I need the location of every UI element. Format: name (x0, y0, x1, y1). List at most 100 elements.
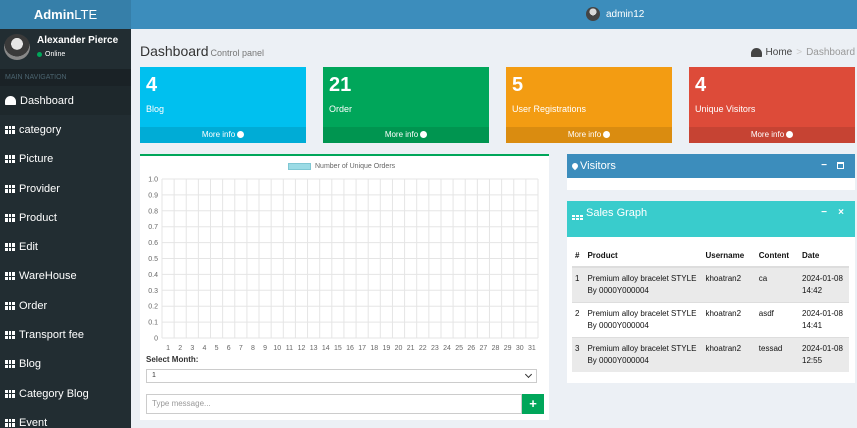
sidebar-item-edit[interactable]: Edit (0, 232, 131, 261)
grid-icon (5, 155, 15, 164)
stat-label: Blog (146, 104, 165, 114)
sidebar-item-transport-fee[interactable]: Transport fee (0, 320, 131, 349)
grid-icon (5, 389, 15, 398)
sidebar-item-dashboard[interactable]: Dashboard (0, 86, 131, 116)
sidebar-item-label: Provider (19, 182, 60, 195)
sidebar-item-picture[interactable]: Picture (0, 145, 131, 174)
nav-header: MAIN NAVIGATION (0, 69, 131, 86)
column-header: Username (702, 244, 756, 268)
sidebar: Alexander Pierce Online MAIN NAVIGATION … (0, 29, 131, 428)
avatar (4, 34, 30, 60)
user-status-text: Online (45, 51, 66, 58)
orders-chart-box: Number of Unique Orders 0 0.1 0.2 0.3 0.4 0.5… (140, 154, 549, 420)
arrow-circle-right-icon (603, 131, 611, 138)
sales-minimize-button[interactable]: − (821, 207, 827, 218)
table-cell: ca (755, 266, 799, 303)
logo-rest: LTE (74, 7, 98, 22)
y-tick-label: 0.9 (148, 192, 158, 199)
y-tick-label: 0 (154, 336, 158, 343)
month-select[interactable]: 1 (146, 369, 537, 383)
table-cell: Premium alloy bracelet STYLE By 0000Y000… (584, 302, 703, 338)
table-row[interactable]: 2 Premium alloy bracelet STYLE By 0000Y00… (572, 302, 849, 338)
grid-icon (5, 243, 15, 252)
sidebar-item-product[interactable]: Product (0, 203, 131, 232)
more-info-link[interactable]: More info (140, 127, 306, 143)
add-button[interactable]: + (522, 394, 544, 414)
x-tick-label: 28 (492, 345, 500, 352)
user-avatar-icon (586, 7, 600, 21)
dashboard-icon (5, 96, 16, 106)
chart-legend[interactable]: Number of Unique Orders (288, 163, 395, 170)
user-status: Online (37, 51, 65, 58)
arrow-circle-right-icon (420, 131, 428, 138)
table-header-row: # Product Username Content Date (572, 244, 849, 268)
more-info-text: More info (201, 130, 236, 139)
table-row[interactable]: 3 Premium alloy bracelet STYLE By 0000Y00… (572, 337, 849, 372)
sales-table: # Product Username Content Date 1 Premium all… (572, 244, 849, 372)
sidebar-item-blog[interactable]: Blog (0, 350, 131, 379)
sidebar-item-label: Transport fee (19, 329, 85, 342)
page-title-text: Dashboard (140, 43, 209, 59)
x-tick-label: 30 (516, 345, 524, 352)
sidebar-item-label: Event (19, 416, 48, 428)
message-input[interactable]: Type message... (146, 394, 522, 414)
sidebar-item-category[interactable]: category (0, 115, 131, 144)
app-logo[interactable]: AdminLTE (0, 0, 131, 29)
table-cell: Premium alloy bracelet STYLE By 0000Y000… (584, 266, 703, 303)
visitors-minimize-button[interactable]: − (821, 154, 827, 178)
x-tick-label: 3 (190, 345, 194, 352)
stat-number: 5 (512, 74, 524, 96)
grid-icon (5, 301, 15, 310)
breadcrumb: Home > Dashboard (750, 47, 855, 58)
stat-box-unique-visitors: 4 Unique Visitors More info (689, 67, 855, 143)
sidebar-item-provider[interactable]: Provider (0, 174, 131, 203)
column-header: Date (799, 244, 849, 268)
grid-icon (5, 125, 15, 134)
calendar-icon[interactable] (837, 162, 844, 169)
y-tick-label: 0.7 (148, 224, 158, 231)
x-tick-label: 14 (322, 345, 330, 352)
stat-box-order: 21 Order More info (323, 67, 489, 143)
stat-box-user-registrations: 5 User Registrations More info (506, 67, 672, 143)
sidebar-item-label: Edit (19, 241, 38, 254)
more-info-link[interactable]: More info (506, 127, 672, 143)
breadcrumb-home[interactable]: Home (766, 47, 793, 58)
more-info-link[interactable]: More info (689, 127, 855, 143)
stat-label: User Registrations (512, 104, 587, 114)
x-tick-label: 31 (528, 345, 536, 352)
x-tick-label: 17 (358, 345, 366, 352)
more-info-link[interactable]: More info (323, 127, 489, 143)
sidebar-item-event[interactable]: Event (0, 408, 131, 428)
sidebar-item-order[interactable]: Order (0, 291, 131, 320)
sales-header: Sales Graph − × (567, 201, 855, 237)
x-tick-label: 18 (370, 345, 378, 352)
table-cell: 2024-01-08 12:55 (799, 337, 849, 372)
sidebar-item-warehouse[interactable]: WareHouse (0, 262, 131, 291)
user-menu-name: admin12 (606, 8, 645, 20)
y-tick-label: 0.4 (148, 272, 158, 279)
sales-close-button[interactable]: × (838, 207, 844, 218)
x-tick-label: 6 (227, 345, 231, 352)
table-cell: 1 (572, 266, 585, 303)
legend-swatch (288, 163, 311, 170)
x-tick-label: 29 (504, 345, 512, 352)
user-menu[interactable]: admin12 (586, 7, 644, 21)
sidebar-item-category-blog[interactable]: Category Blog (0, 379, 131, 408)
grid-icon (5, 272, 15, 281)
y-tick-label: 0.6 (148, 240, 158, 247)
grid-icon (5, 418, 15, 427)
orders-chart: 00.10.20.30.40.50.60.70.80.91.01 2 3 4 5 6 7 8 9… (148, 177, 539, 352)
table-cell: asdf (755, 302, 799, 338)
x-tick-label: 15 (334, 345, 342, 352)
y-tick-label: 1.0 (148, 177, 158, 184)
arrow-circle-right-icon (237, 131, 245, 138)
breadcrumb-separator: > (796, 47, 803, 58)
legend-label: Number of Unique Orders (315, 163, 396, 170)
sidebar-item-label: category (19, 123, 62, 136)
table-row[interactable]: 1 Premium alloy bracelet STYLE By 0000Y00… (572, 266, 849, 303)
x-tick-label: 9 (263, 345, 267, 352)
x-tick-label: 8 (251, 345, 255, 352)
table-cell: 2024-01-08 14:41 (799, 302, 849, 338)
sidebar-item-label: Blog (19, 358, 42, 371)
table-cell: khoatran2 (702, 337, 756, 372)
